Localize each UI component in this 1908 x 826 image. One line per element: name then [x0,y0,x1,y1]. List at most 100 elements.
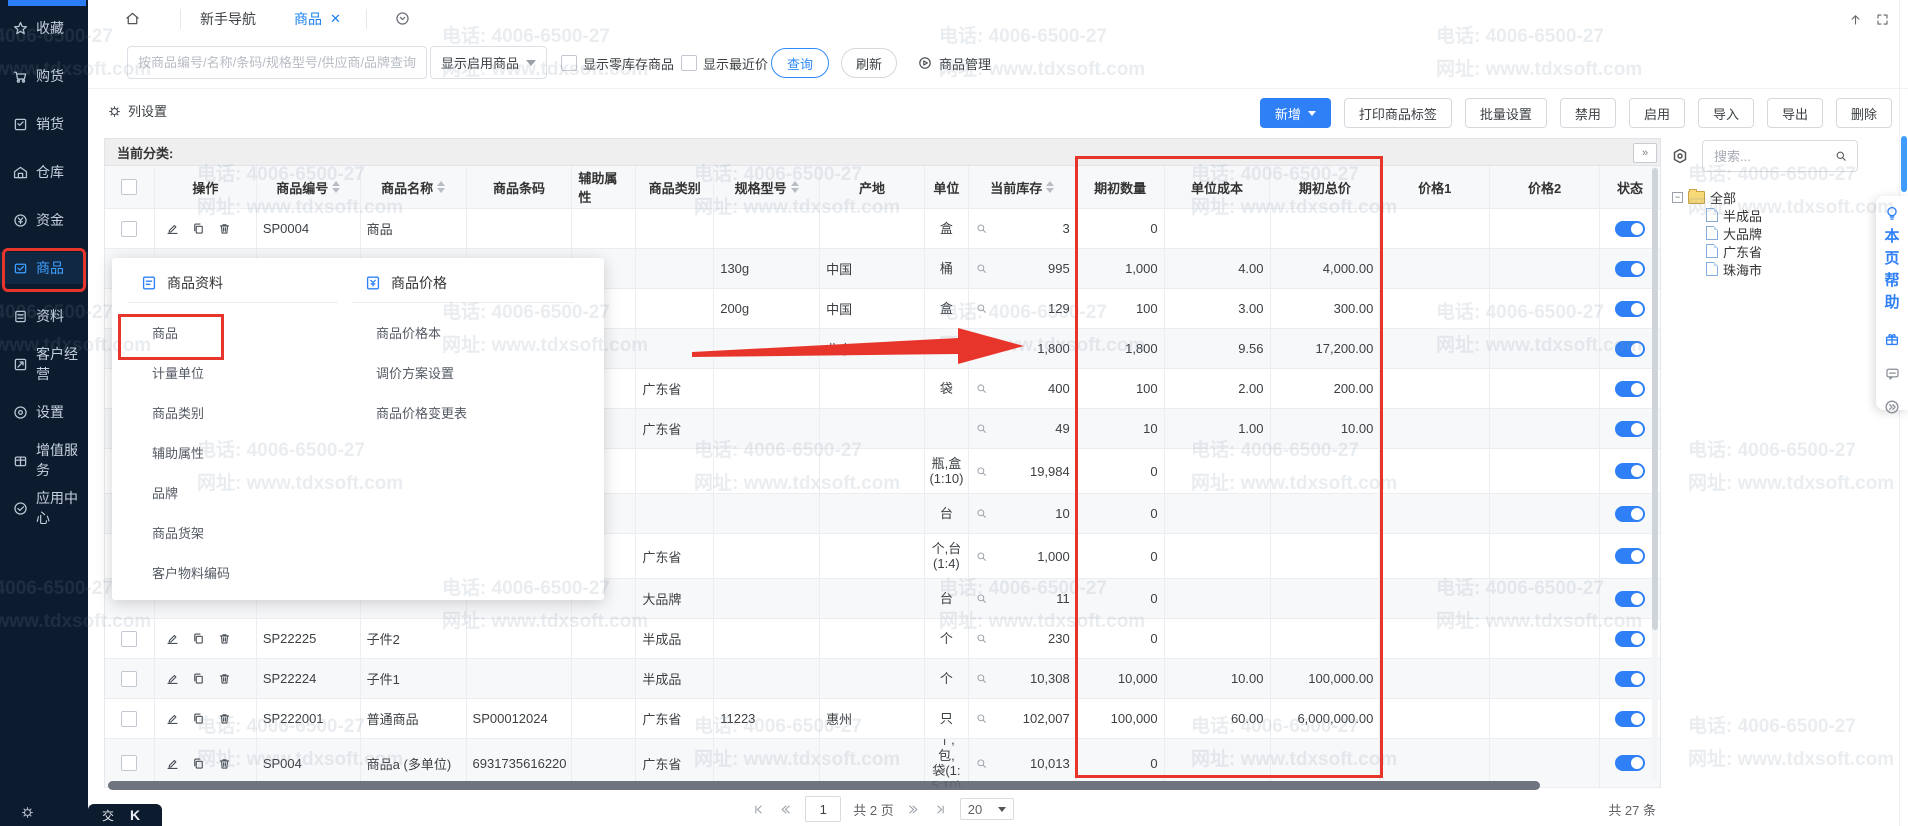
status-toggle[interactable] [1615,631,1645,647]
toolbar-button-启用[interactable]: 启用 [1629,98,1685,128]
tab-新手导航[interactable]: 新手导航 [200,0,256,38]
status-toggle[interactable] [1615,221,1645,237]
toolbar-button-导入[interactable]: 导入 [1698,98,1754,128]
query-button[interactable]: 查询 [771,48,829,78]
stock-lookup-icon[interactable] [975,672,988,685]
status-toggle[interactable] [1615,711,1645,727]
sort-icon[interactable] [332,181,340,193]
popup-item-商品货架[interactable]: 商品货架 [152,512,204,552]
stock-lookup-icon[interactable] [975,550,988,563]
stock-lookup-icon[interactable] [975,302,988,315]
edit-button[interactable] [165,671,180,686]
close-icon[interactable]: ✕ [330,11,341,27]
sidebar-item-仓库[interactable]: 仓库 [0,156,88,188]
popup-item-辅助属性[interactable]: 辅助属性 [152,432,204,472]
row-checkbox[interactable] [121,711,137,727]
edit-button[interactable] [165,756,180,771]
category-search-input[interactable] [1712,148,1826,165]
status-toggle[interactable] [1615,548,1645,564]
collapse-panel-button[interactable]: » [1633,143,1657,163]
checkbox-icon[interactable] [681,55,697,71]
status-toggle[interactable] [1615,671,1645,687]
popup-item-商品[interactable]: 商品 [152,312,178,352]
delete-button[interactable] [217,671,232,686]
edit-button[interactable] [165,631,180,646]
tree-node-大品牌[interactable]: 大品牌 [1672,224,1882,242]
status-toggle[interactable] [1615,301,1645,317]
checkbox-icon[interactable] [561,55,577,71]
stock-lookup-icon[interactable] [975,712,988,725]
stock-lookup-icon[interactable] [975,757,988,770]
edit-button[interactable] [165,221,180,236]
gift-icon[interactable] [1883,330,1901,348]
home-icon[interactable] [124,10,141,28]
tree-node-root[interactable]: −全部 [1672,188,1882,206]
taskbar-widget[interactable]: 交K [88,804,162,826]
popup-item-商品价格本[interactable]: 商品价格本 [376,312,441,352]
status-toggle[interactable] [1615,506,1645,522]
tree-node-半成品[interactable]: 半成品 [1672,206,1882,224]
tree-node-广东省[interactable]: 广东省 [1672,242,1882,260]
column-header-spec[interactable]: 规格型号 [714,166,820,208]
edit-button[interactable] [165,711,180,726]
row-checkbox[interactable] [121,221,137,237]
sort-icon[interactable] [1046,181,1054,193]
collapse-rail-icon[interactable] [1883,398,1901,416]
copy-button[interactable] [191,756,206,771]
copy-button[interactable] [191,671,206,686]
column-header-code[interactable]: 商品编号 [257,166,361,208]
sidebar-item-应用中心[interactable]: 应用中心 [0,492,88,524]
page-number-input[interactable] [805,796,841,822]
toolbar-button-新增[interactable]: 新增 [1260,98,1331,128]
prev-page-icon[interactable] [778,802,793,817]
column-header-stock[interactable]: 当前库存 [969,166,1077,208]
stock-lookup-icon[interactable] [975,382,988,395]
column-settings-button[interactable]: 列设置 [107,101,167,120]
stock-lookup-icon[interactable] [975,422,988,435]
recent-price-checkbox[interactable]: 显示最近价 [681,48,768,78]
search-input[interactable] [127,46,427,79]
tree-node-珠海市[interactable]: 珠海市 [1672,260,1882,278]
chat-icon[interactable] [1884,364,1901,382]
toolbar-button-打印商品标签[interactable]: 打印商品标签 [1344,98,1452,128]
popup-item-客户物料编码[interactable]: 客户物料编码 [152,552,230,592]
row-checkbox[interactable] [121,755,137,771]
sort-icon[interactable] [791,181,799,193]
hscroll-thumb[interactable] [108,781,1540,790]
sidebar-item-资金[interactable]: 资金 [0,204,88,236]
row-checkbox[interactable] [121,631,137,647]
page-help-label[interactable]: 本页帮助 [1884,226,1899,314]
stock-lookup-icon[interactable] [975,632,988,645]
popup-item-品牌[interactable]: 品牌 [152,472,178,512]
horizontal-scrollbar[interactable] [104,781,1661,791]
popup-item-计量单位[interactable]: 计量单位 [152,352,204,392]
collapse-node-icon[interactable]: − [1672,192,1683,203]
status-toggle[interactable] [1615,755,1645,771]
copy-button[interactable] [191,711,206,726]
delete-button[interactable] [217,711,232,726]
sidebar-footer-gear[interactable] [20,804,35,822]
category-search-box[interactable] [1702,140,1858,172]
delete-button[interactable] [217,631,232,646]
sidebar-item-商品[interactable]: 商品 [0,252,88,284]
sidebar-item-增值服务[interactable]: 增值服务 [0,444,88,476]
status-toggle[interactable] [1615,341,1645,357]
status-toggle[interactable] [1615,463,1645,479]
search-icon[interactable] [1834,147,1848,165]
status-toggle[interactable] [1615,261,1645,277]
popup-item-商品类别[interactable]: 商品类别 [152,392,204,432]
sort-icon[interactable] [437,181,445,193]
stock-lookup-icon[interactable] [975,262,988,275]
popup-item-调价方案设置[interactable]: 调价方案设置 [376,352,454,392]
zero-stock-checkbox[interactable]: 显示零库存商品 [561,48,674,78]
goods-manage-button[interactable]: 商品管理 [917,48,991,78]
next-page-icon[interactable] [906,802,921,817]
sidebar-item-销货[interactable]: 销货 [0,108,88,140]
last-page-icon[interactable] [933,802,948,817]
category-settings-icon[interactable] [1670,146,1690,166]
first-page-icon[interactable] [751,802,766,817]
status-toggle[interactable] [1615,421,1645,437]
page-scrollbar-thumb[interactable] [1901,136,1907,192]
vertical-scrollbar[interactable] [1652,166,1658,779]
popup-item-商品价格变更表[interactable]: 商品价格变更表 [376,392,467,432]
